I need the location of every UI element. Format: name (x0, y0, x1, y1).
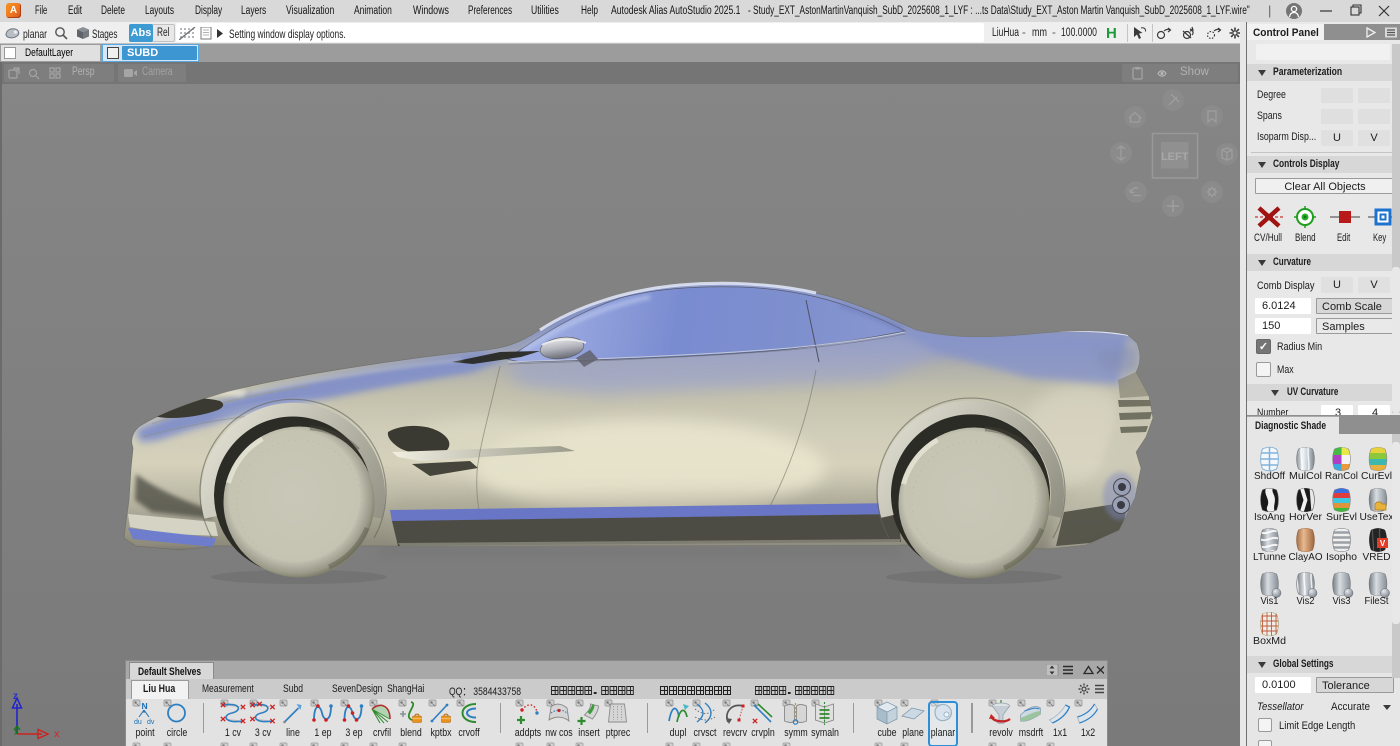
svg-text:CurEvl: CurEvl (1361, 470, 1392, 482)
svg-text:N: N (142, 701, 148, 711)
svg-text:VRED: VRED (1363, 551, 1391, 563)
svg-text:ShdOff: ShdOff (1254, 470, 1285, 482)
svg-text:ClayAO: ClayAO (1289, 551, 1323, 563)
svg-text:dv: dv (147, 719, 155, 726)
svg-text:x: x (54, 729, 60, 740)
svg-text:Vis3: Vis3 (1333, 595, 1351, 607)
svg-text:UseTex: UseTex (1360, 511, 1395, 523)
svg-text:Isopho: Isopho (1326, 551, 1357, 563)
svg-text:LTunne: LTunne (1253, 551, 1286, 563)
svg-text:BoxMd: BoxMd (1253, 635, 1286, 647)
svg-text:RanCol: RanCol (1325, 470, 1358, 482)
svg-text:Vis2: Vis2 (1297, 595, 1315, 607)
svg-text:FileSt: FileSt (1365, 595, 1389, 607)
svg-text:SurEvl: SurEvl (1326, 511, 1357, 523)
svg-text:IsoAng: IsoAng (1254, 511, 1285, 523)
svg-text:Vis1: Vis1 (1261, 595, 1279, 607)
svg-text:MulCol: MulCol (1289, 470, 1322, 482)
svg-text:du: du (134, 719, 142, 726)
svg-text:HorVer: HorVer (1289, 511, 1322, 523)
svg-text:y: y (14, 726, 19, 735)
svg-text:z: z (13, 691, 18, 702)
svg-text:V: V (1380, 539, 1386, 548)
